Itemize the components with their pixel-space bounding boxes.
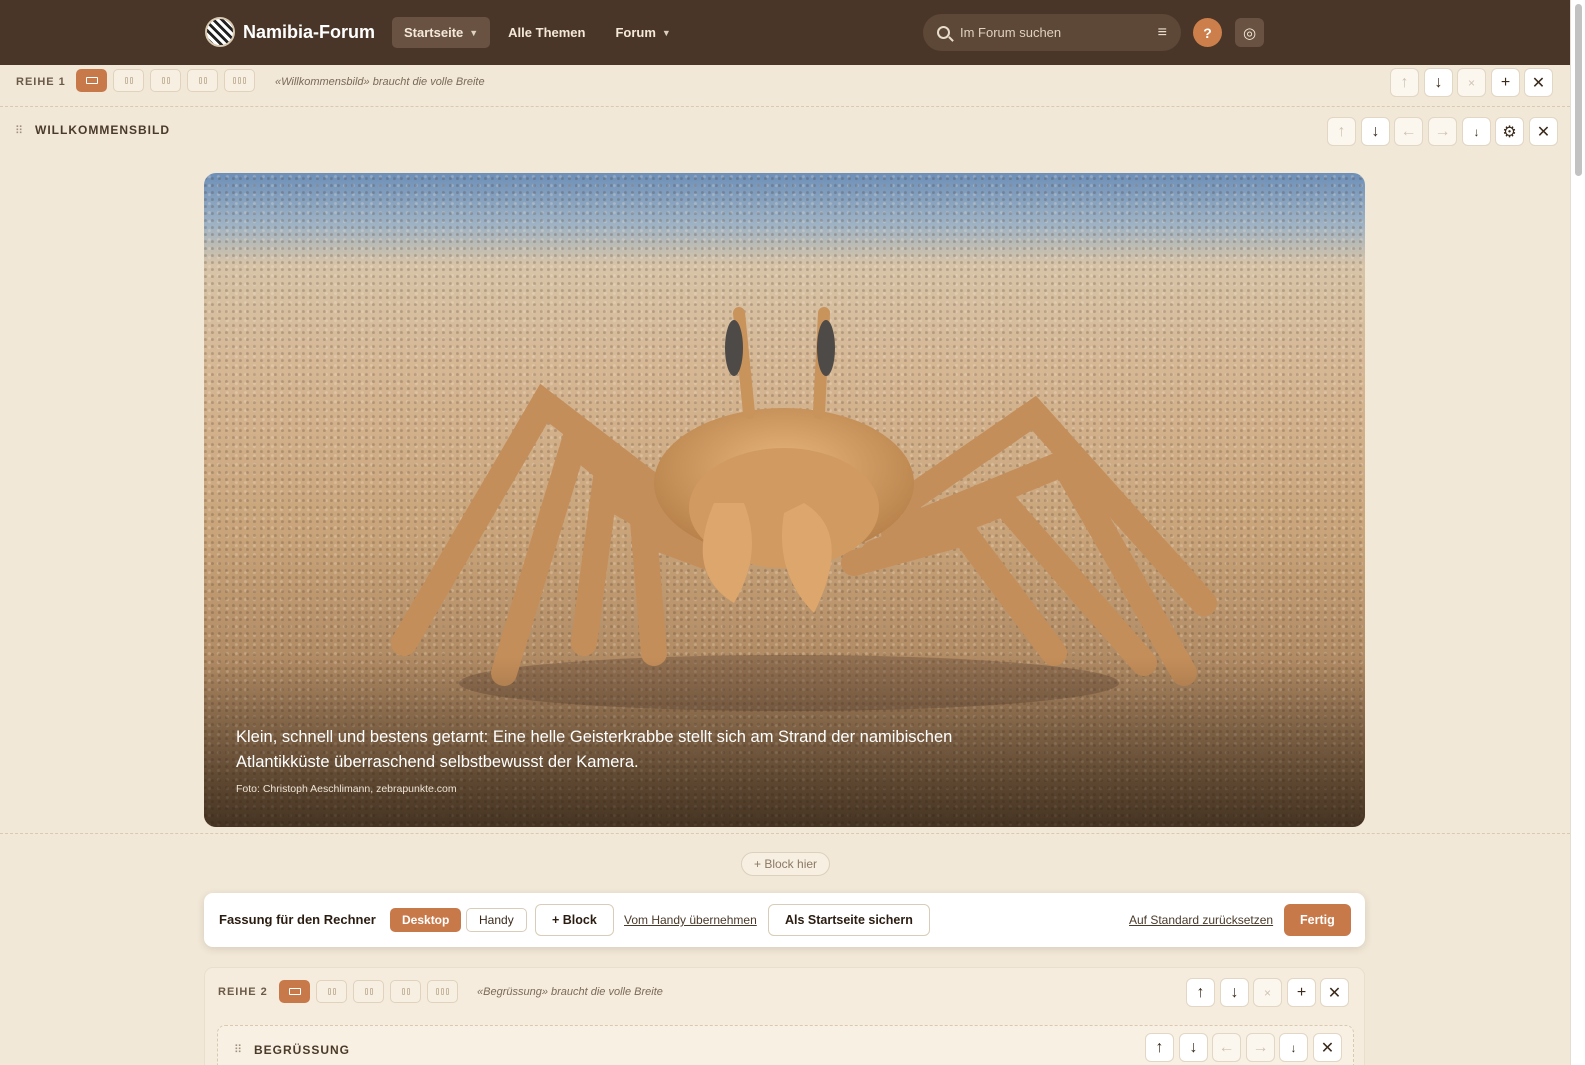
layout-three-columns-button[interactable] (427, 980, 458, 1003)
move-down-icon[interactable]: ↓ (1279, 1033, 1308, 1062)
row-label: REIHE 2 (218, 986, 268, 998)
layout-two-columns-button[interactable] (113, 69, 144, 92)
help-button[interactable]: ? (1193, 18, 1222, 47)
filter-menu-icon[interactable]: ≡ (1158, 24, 1167, 41)
move-down-icon[interactable]: ↓ (1462, 117, 1491, 146)
chevron-down-icon: ▼ (661, 27, 671, 38)
block-title: WILLKOMMENSBILD (35, 123, 170, 137)
desktop-toggle[interactable]: Desktop (390, 908, 462, 932)
layout-two-columns-button[interactable] (316, 980, 347, 1003)
gear-icon[interactable]: ⚙ (1495, 117, 1524, 146)
remove-small-icon[interactable]: × (1457, 68, 1486, 97)
toolbar-title: Fassung für den Rechner (219, 912, 376, 927)
add-block-here-button[interactable]: + Block hier (741, 852, 831, 876)
row-note: «Willkommensbild» braucht die volle Brei… (275, 76, 485, 88)
layout-editor-toolbar: Fassung für den Rechner Desktop Handy + … (204, 893, 1365, 947)
row-label: REIHE 1 (16, 76, 66, 88)
close-icon[interactable]: ✕ (1320, 978, 1349, 1007)
layout-full-width-button[interactable] (76, 69, 107, 92)
top-navigation-bar: Namibia-Forum Startseite ▼ Alle Themen F… (0, 0, 1570, 65)
arrow-down-icon[interactable]: ↓ (1179, 1033, 1208, 1062)
arrow-left-icon[interactable]: ← (1212, 1033, 1241, 1062)
reset-default-link[interactable]: Auf Standard zurücksetzen (1129, 913, 1273, 927)
arrow-up-icon[interactable]: ↑ (1327, 117, 1356, 146)
search-icon (937, 26, 950, 39)
add-row-icon[interactable]: + (1287, 978, 1316, 1007)
row-divider (0, 833, 1570, 834)
nav-label: Forum (615, 25, 656, 40)
nav-startseite[interactable]: Startseite ▼ (392, 17, 491, 48)
row-2: REIHE 2 «Begrüssung» braucht die volle B… (204, 967, 1365, 1065)
page-scrollbar[interactable] (1570, 0, 1585, 1065)
welcome-image: Klein, schnell und bestens getarnt: Eine… (204, 173, 1365, 827)
site-name: Namibia-Forum (243, 21, 376, 42)
copy-from-mobile-link[interactable]: Vom Handy übernehmen (624, 913, 757, 927)
arrow-down-icon[interactable]: ↓ (1220, 978, 1249, 1007)
arrow-down-icon[interactable]: ↓ (1424, 68, 1453, 97)
search-input[interactable] (960, 25, 1148, 40)
chevron-down-icon: ▼ (469, 27, 479, 38)
layout-full-width-button[interactable] (279, 980, 310, 1003)
zebra-logo-icon (205, 17, 235, 47)
add-row-icon[interactable]: + (1491, 68, 1520, 97)
arrow-up-icon[interactable]: ↑ (1390, 68, 1419, 97)
arrow-left-icon[interactable]: ← (1394, 117, 1423, 146)
hero-caption: Klein, schnell und bestens getarnt: Eine… (236, 728, 953, 771)
arrow-right-icon[interactable]: → (1428, 117, 1457, 146)
add-block-button[interactable]: + Block (535, 904, 614, 936)
remove-small-icon[interactable]: × (1253, 978, 1282, 1007)
close-icon[interactable]: ✕ (1529, 117, 1558, 146)
close-icon[interactable]: ✕ (1313, 1033, 1342, 1062)
arrow-up-icon[interactable]: ↑ (1186, 978, 1215, 1007)
nav-forum[interactable]: Forum ▼ (603, 17, 682, 48)
block-begruessung: ⠿ BEGRÜSSUNG ↑ ↓ ← → ↓ ✕ (217, 1025, 1354, 1065)
site-logo[interactable]: Namibia-Forum (205, 17, 375, 47)
done-button[interactable]: Fertig (1284, 904, 1351, 936)
layout-wide-right-button[interactable] (187, 69, 218, 92)
block-title: BEGRÜSSUNG (254, 1043, 351, 1057)
nav-label: Startseite (404, 25, 464, 40)
scrollbar-thumb[interactable] (1575, 4, 1582, 176)
nav-alle-themen[interactable]: Alle Themen (496, 17, 597, 48)
row-note: «Begrüssung» braucht die volle Breite (477, 986, 663, 998)
arrow-down-icon[interactable]: ↓ (1361, 117, 1390, 146)
layout-wide-left-button[interactable] (353, 980, 384, 1003)
drag-handle-icon[interactable]: ⠿ (15, 124, 23, 137)
layout-wide-left-button[interactable] (150, 69, 181, 92)
arrow-up-icon[interactable]: ↑ (1145, 1033, 1174, 1062)
mobile-toggle[interactable]: Handy (466, 908, 527, 932)
search-box: ≡ (923, 14, 1181, 51)
row-1-bar: REIHE 1 «Willkommensbild» braucht die vo… (0, 65, 1570, 107)
nav-label: Alle Themen (508, 25, 586, 40)
close-icon[interactable]: ✕ (1524, 68, 1553, 97)
main-nav: Startseite ▼ Alle Themen Forum ▼ (392, 17, 683, 48)
layout-wide-right-button[interactable] (390, 980, 421, 1003)
layout-three-columns-button[interactable] (224, 69, 255, 92)
save-as-homepage-button[interactable]: Als Startseite sichern (768, 904, 930, 936)
drag-handle-icon[interactable]: ⠿ (234, 1043, 242, 1056)
arrow-right-icon[interactable]: → (1246, 1033, 1275, 1062)
palette-icon[interactable]: ◎ (1235, 18, 1264, 47)
photo-credit: Foto: Christoph Aeschlimann, zebrapunkte… (236, 783, 457, 795)
